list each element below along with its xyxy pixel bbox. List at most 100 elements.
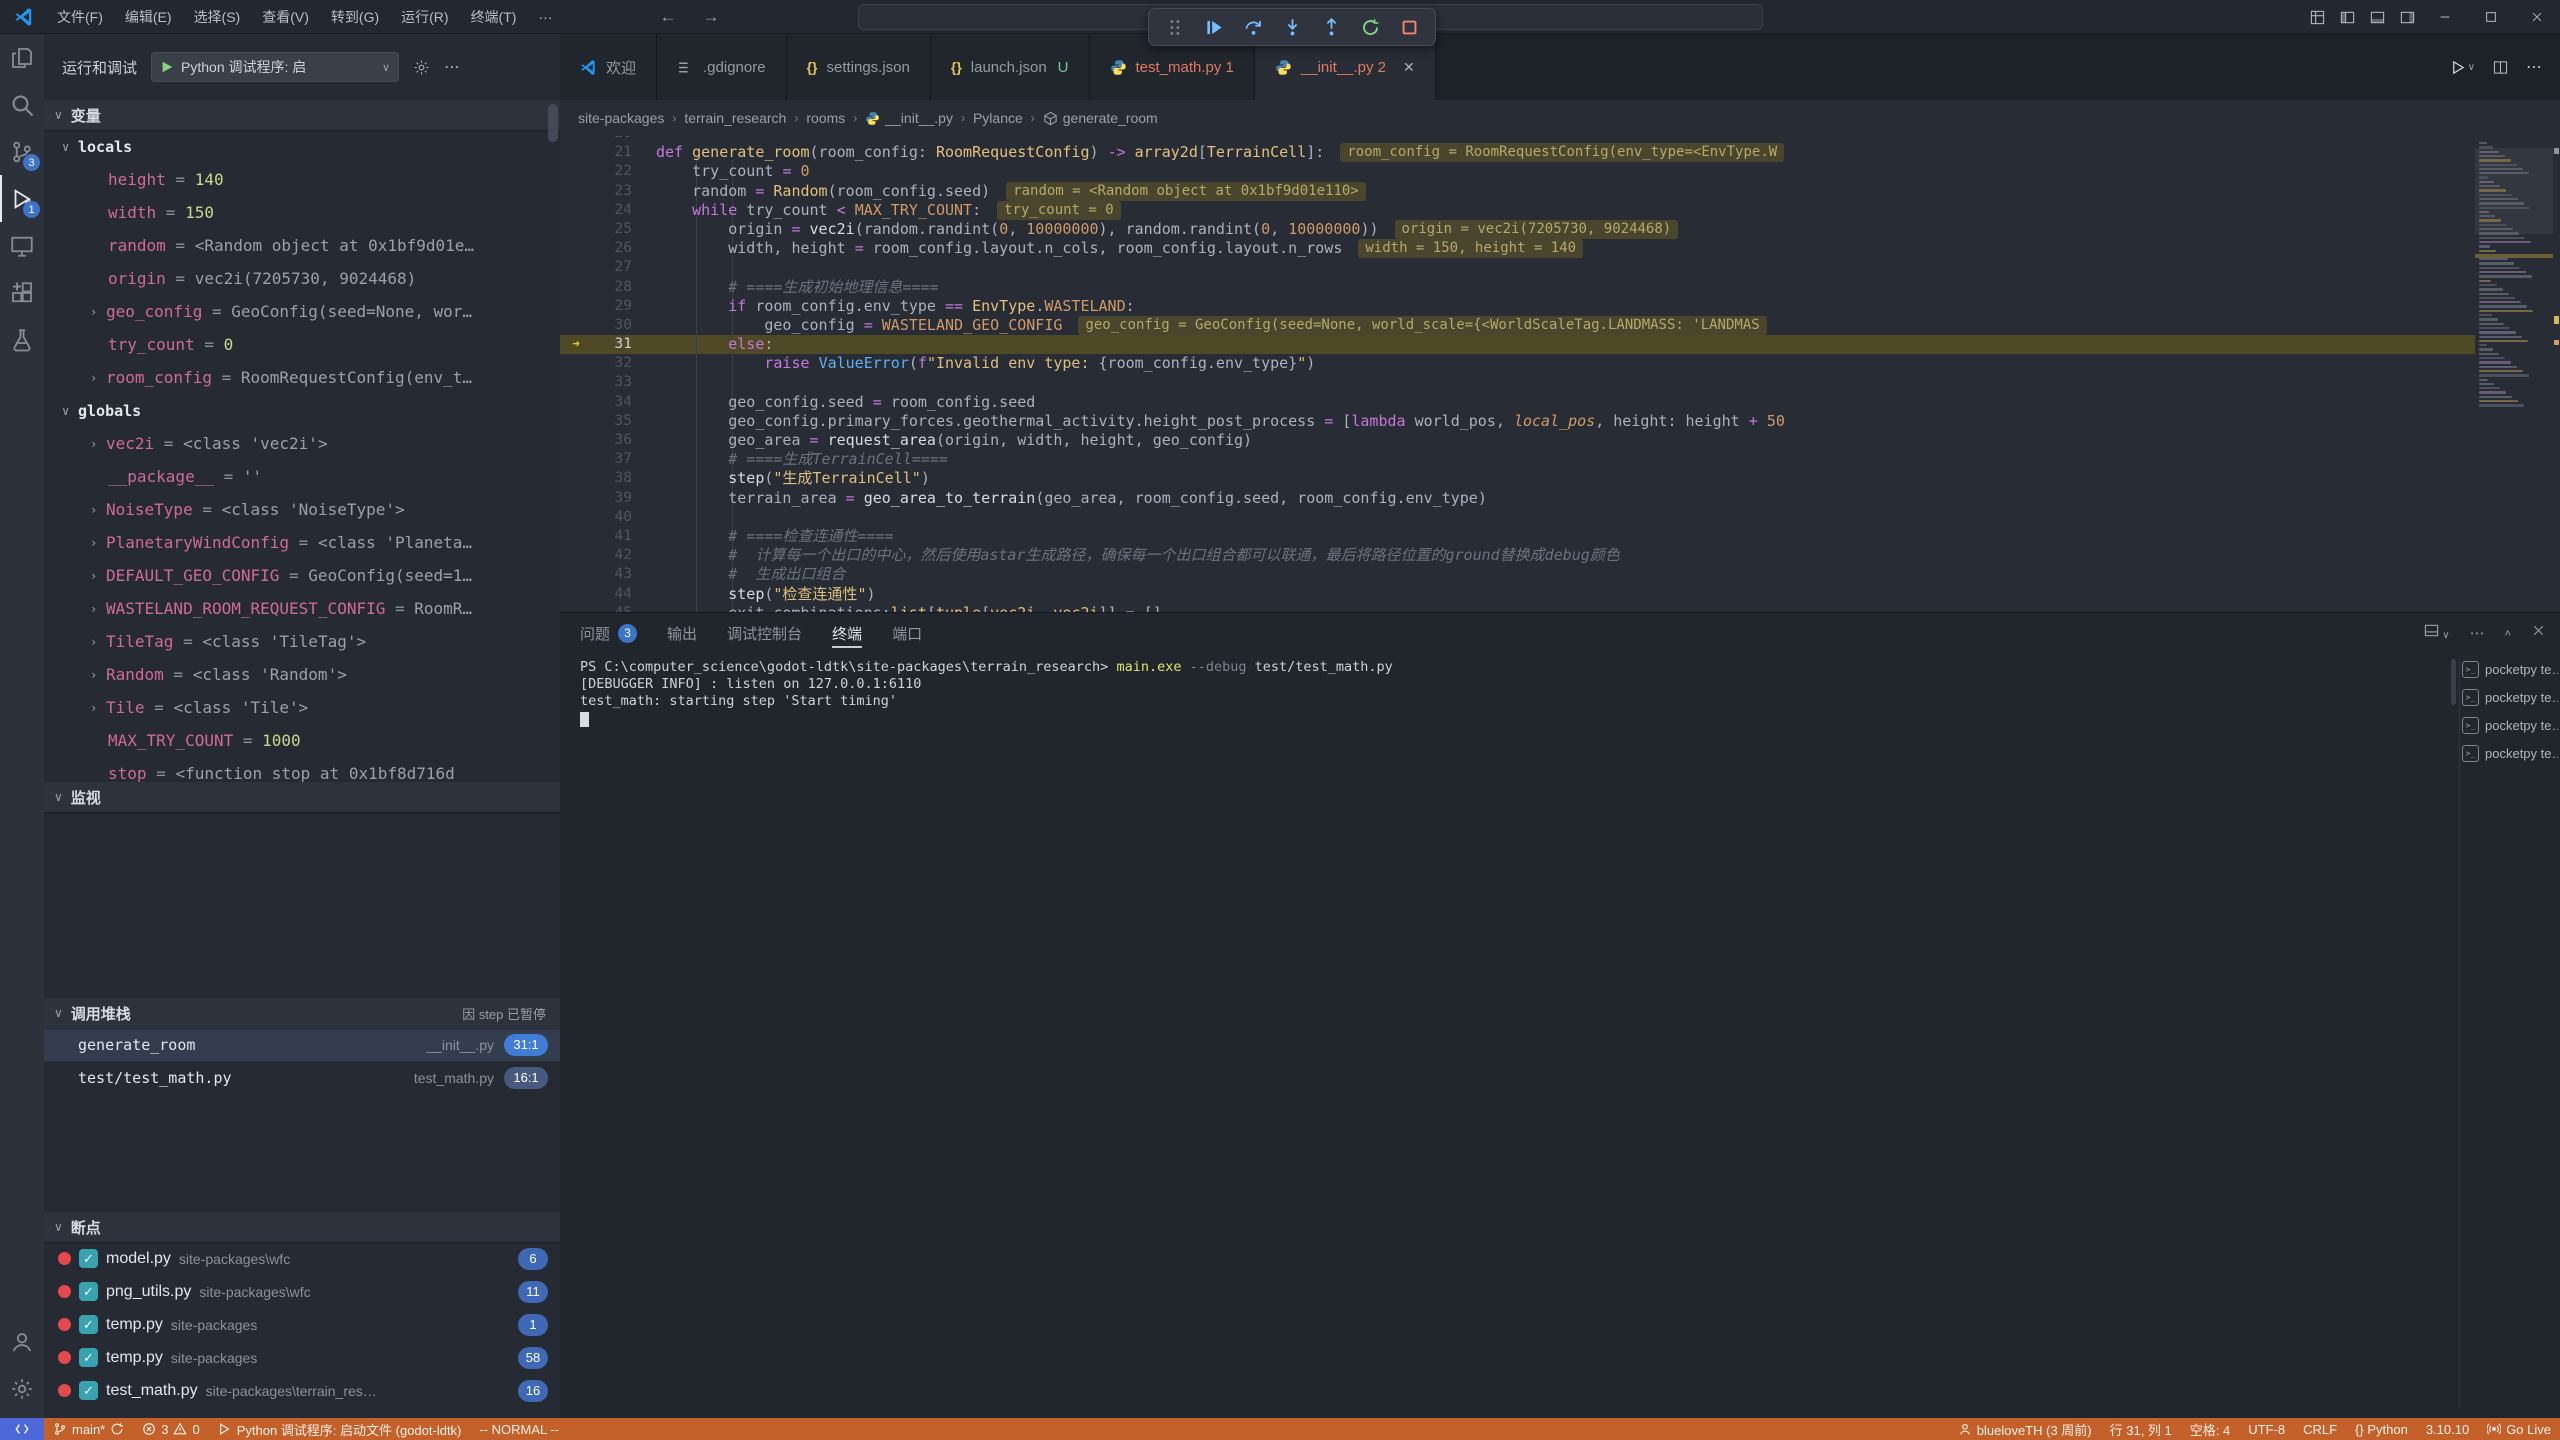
variable-row[interactable]: ∨globals xyxy=(44,394,560,427)
code-line[interactable]: 29 if room_config.env_type == EnvType.WA… xyxy=(560,297,2475,316)
minimize-icon[interactable] xyxy=(2422,0,2468,34)
editor-tab[interactable]: .gdignore xyxy=(657,34,787,100)
activity-extensions-icon[interactable] xyxy=(0,269,44,316)
code-line[interactable]: 39 terrain_area = geo_area_to_terrain(ge… xyxy=(560,489,2475,508)
continue-button[interactable] xyxy=(1198,12,1230,42)
line-number[interactable]: 43 xyxy=(592,565,636,584)
breadcrumb-item[interactable]: generate_room xyxy=(1043,110,1158,126)
breakpoint-checkbox[interactable]: ✓ xyxy=(79,1315,98,1334)
line-number[interactable]: 26 xyxy=(592,239,636,258)
terminal-scrollbar[interactable] xyxy=(2451,659,2456,705)
toggle-panel-icon[interactable] xyxy=(2362,0,2392,34)
line-number[interactable]: 35 xyxy=(592,412,636,431)
breakpoint-checkbox[interactable]: ✓ xyxy=(79,1282,98,1301)
menu-item[interactable]: ··· xyxy=(527,0,563,34)
terminal[interactable]: PS C:\computer_science\godot-ldtk\site-p… xyxy=(580,659,2450,1410)
variable-row[interactable]: MAX_TRY_COUNT = 1000 xyxy=(44,724,560,757)
cursor-position-item[interactable]: 行 31, 列 1 xyxy=(2101,1418,2181,1440)
line-number[interactable]: 36 xyxy=(592,431,636,450)
remote-indicator[interactable] xyxy=(0,1418,44,1440)
code-line[interactable]: 20 xyxy=(560,136,2475,143)
run-python-file-button[interactable]: ∨ xyxy=(2450,60,2475,75)
breakpoint-row[interactable]: ✓temp.pysite-packages1 xyxy=(44,1308,560,1341)
more-icon[interactable]: ⋯ xyxy=(2470,624,2485,643)
activity-explorer-icon[interactable] xyxy=(0,34,44,81)
line-number[interactable]: 29 xyxy=(592,297,636,316)
variable-row[interactable]: ›geo_config = GeoConfig(seed=None, wor… xyxy=(44,295,560,328)
variable-row[interactable]: try_count = 0 xyxy=(44,328,560,361)
watch-section-header[interactable]: ∨ 监视 xyxy=(44,782,560,812)
encoding-item[interactable]: UTF-8 xyxy=(2239,1418,2294,1440)
code-line[interactable]: 38 step("生成TerrainCell") xyxy=(560,469,2475,488)
settings-gear-icon[interactable] xyxy=(413,59,430,76)
activity-run-debug-icon[interactable]: 1 xyxy=(0,175,44,222)
variable-row[interactable]: ›TileTag = <class 'TileTag'> xyxy=(44,625,560,658)
language-item[interactable]: {} Python xyxy=(2346,1418,2417,1440)
menu-item[interactable]: 查看(V) xyxy=(251,0,320,34)
menu-item[interactable]: 选择(S) xyxy=(183,0,252,34)
debug-session-item[interactable]: Python 调试程序: 启动文件 (godot-ldtk) xyxy=(209,1418,471,1440)
breakpoint-checkbox[interactable]: ✓ xyxy=(79,1381,98,1400)
stop-button[interactable] xyxy=(1393,12,1425,42)
variables-section-header[interactable]: ∨ 变量 xyxy=(44,100,560,130)
line-number[interactable]: 39 xyxy=(592,489,636,508)
line-number[interactable]: 42 xyxy=(592,546,636,565)
breakpoint-row[interactable]: ✓temp.pysite-packages58 xyxy=(44,1341,560,1374)
indentation-item[interactable]: 空格: 4 xyxy=(2181,1418,2239,1440)
line-number[interactable]: 22 xyxy=(592,162,636,181)
code-line[interactable]: 45 exit_combinations:list[tuple[vec2i, v… xyxy=(560,604,2475,612)
editor-tab[interactable]: {}launch.jsonU xyxy=(931,34,1090,100)
go-live-item[interactable]: Go Live xyxy=(2478,1418,2560,1440)
breakpoint-checkbox[interactable]: ✓ xyxy=(79,1249,98,1268)
line-number[interactable]: 34 xyxy=(592,393,636,412)
activity-source-control-icon[interactable]: 3 xyxy=(0,128,44,175)
step-out-button[interactable] xyxy=(1315,12,1347,42)
activity-search-icon[interactable] xyxy=(0,81,44,128)
more-icon[interactable]: ⋯ xyxy=(444,57,460,77)
nav-forward-icon[interactable]: → xyxy=(702,7,719,27)
variable-row[interactable]: ›WASTELAND_ROOM_REQUEST_CONFIG = RoomR… xyxy=(44,592,560,625)
menu-item[interactable]: 转到(G) xyxy=(320,0,390,34)
activity-remote-explorer-icon[interactable] xyxy=(0,222,44,269)
line-number[interactable]: 31 xyxy=(592,335,636,354)
stack-frame[interactable]: test/test_math.pytest_math.py16:1 xyxy=(44,1061,560,1094)
breakpoints-section-header[interactable]: ∨ 断点 xyxy=(44,1212,560,1242)
code-line[interactable]: 40 xyxy=(560,508,2475,527)
code-line[interactable]: 33 xyxy=(560,373,2475,392)
code-line[interactable]: 35 geo_config.primary_forces.geothermal_… xyxy=(560,412,2475,431)
callstack-section-header[interactable]: ∨ 调用堆栈 因 step 已暂停 xyxy=(44,998,560,1028)
python-version-item[interactable]: 3.10.10 xyxy=(2417,1418,2478,1440)
terminal-list-item[interactable]: >_pocketpy te… xyxy=(2462,683,2558,711)
line-number[interactable]: 20 xyxy=(592,136,636,143)
variable-row[interactable]: ∨locals xyxy=(44,130,560,163)
panel-tab-端口[interactable]: 端口 xyxy=(892,613,922,653)
restart-button[interactable] xyxy=(1354,12,1386,42)
breadcrumb-item[interactable]: __init__.py xyxy=(865,110,953,126)
variable-row[interactable]: ›PlanetaryWindConfig = <class 'Planeta… xyxy=(44,526,560,559)
variable-row[interactable]: ›Random = <class 'Random'> xyxy=(44,658,560,691)
line-number[interactable]: 45 xyxy=(592,604,636,612)
code-line[interactable]: 41 # ====检查连通性==== xyxy=(560,527,2475,546)
variable-row[interactable]: stop = <function stop at 0x1bf8d716d xyxy=(44,757,560,782)
variable-row[interactable]: height = 140 xyxy=(44,163,560,196)
debug-config-dropdown[interactable]: Python 调试程序: 启 ∨ xyxy=(151,52,399,82)
line-number[interactable]: 44 xyxy=(592,585,636,604)
panel-layout-icon[interactable]: ∨ xyxy=(2424,623,2449,643)
problems-item[interactable]: 30 xyxy=(133,1418,208,1440)
code-line[interactable]: 24 while try_count < MAX_TRY_COUNT:try_c… xyxy=(560,201,2475,220)
layout-grid-icon[interactable] xyxy=(2302,0,2332,34)
terminal-list-item[interactable]: >_pocketpy te… xyxy=(2462,655,2558,683)
line-number[interactable]: 23 xyxy=(592,182,636,201)
breadcrumb-item[interactable]: terrain_research xyxy=(684,110,786,126)
line-number[interactable]: 25 xyxy=(592,220,636,239)
line-number[interactable]: 32 xyxy=(592,354,636,373)
variable-row[interactable]: ›vec2i = <class 'vec2i'> xyxy=(44,427,560,460)
activity-account-icon[interactable] xyxy=(0,1318,44,1365)
code-line[interactable]: 28 # ====生成初始地理信息==== xyxy=(560,278,2475,297)
line-number[interactable]: 30 xyxy=(592,316,636,335)
terminal-list-item[interactable]: >_pocketpy te… xyxy=(2462,739,2558,767)
breakpoint-row[interactable]: ✓png_utils.pysite-packages\wfc11 xyxy=(44,1275,560,1308)
eol-item[interactable]: CRLF xyxy=(2294,1418,2346,1440)
menu-item[interactable]: 编辑(E) xyxy=(114,0,183,34)
line-number[interactable]: 40 xyxy=(592,508,636,527)
